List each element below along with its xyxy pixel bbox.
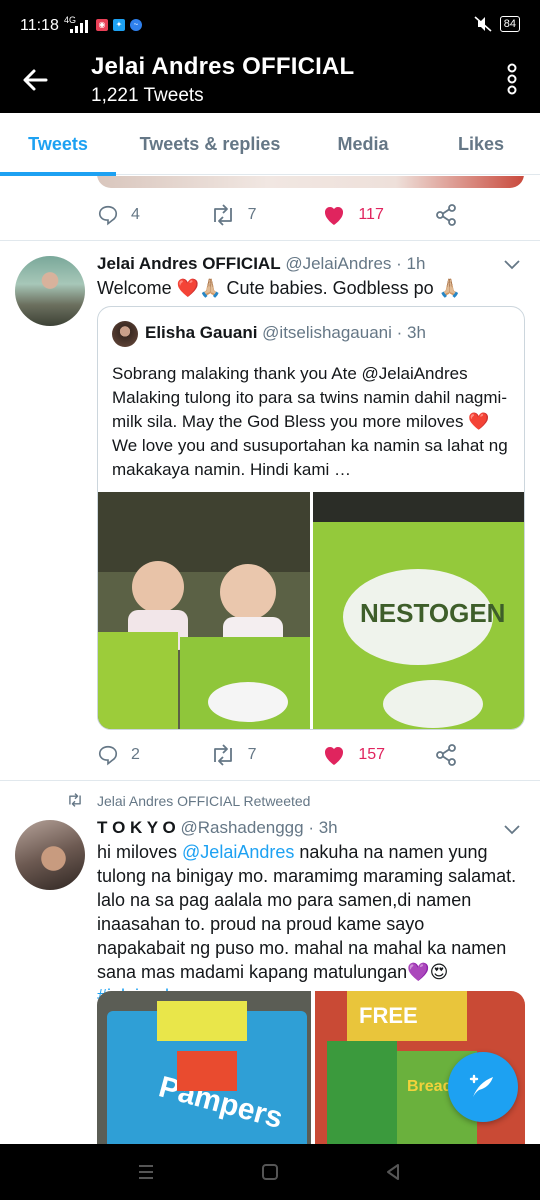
tweet-actions: 4 7 117 [97,200,457,230]
svg-text:FREE: FREE [359,1003,418,1028]
tweet-time: · 1h [396,254,426,273]
battery-icon: 84 [499,16,520,32]
menu-icon[interactable] [136,1162,156,1182]
like-button[interactable]: 117 [322,204,435,226]
profile-tabs: Tweets Tweets & replies Media Likes [0,113,540,176]
tweet-time: · 3h [308,818,338,837]
clock: 11:18 [20,17,59,34]
babies-photo[interactable]: NESTOGEN [98,492,525,730]
quote-time: · 3h [396,323,426,342]
retweeted-by-label[interactable]: Jelai Andres OFFICIAL Retweeted [97,793,310,809]
share-icon [436,744,456,766]
quoted-tweet[interactable]: Elisha Gauani @itselishagauani · 3h Sobr… [97,306,525,730]
mention-link[interactable]: @JelaiAndres [182,842,294,862]
divider [0,780,540,781]
share-button[interactable] [435,744,457,766]
status-right: 84 [474,16,520,32]
retweet-icon [213,744,232,766]
tweet-header: T O K Y O @Rashadenggg · 3h [97,818,338,838]
chevron-down-icon[interactable] [504,260,520,270]
profile-name: Jelai Andres OFFICIAL [91,53,355,80]
avatar[interactable] [15,820,85,890]
share-button[interactable] [435,204,457,226]
compose-icon [469,1074,493,1097]
reply-icon [98,205,118,226]
avatar[interactable] [15,256,85,326]
home-icon[interactable] [260,1162,280,1182]
more-options-icon[interactable] [504,62,520,96]
quote-images: NESTOGEN [98,492,525,730]
tweet-feed: 4 7 117 Jelai Andres OFFICIAL @JelaiAndr… [0,176,540,1144]
quote-header: Elisha Gauani @itselishagauani · 3h [145,323,426,343]
chevron-down-icon[interactable] [504,825,520,835]
tweet-image[interactable] [97,176,524,188]
quote-avatar [112,321,138,347]
tab-tweets-and-replies[interactable]: Tweets & replies [116,113,304,175]
signal-icon [70,20,88,33]
reply-button[interactable]: 4 [97,204,210,226]
compose-tweet-button[interactable] [448,1052,518,1122]
author-name[interactable]: Jelai Andres OFFICIAL [97,254,281,273]
divider [0,240,540,241]
notification-app-icon: ◉ [96,19,108,31]
back-icon[interactable] [383,1162,403,1182]
heart-icon [325,206,344,225]
mute-icon [474,16,492,32]
heart-icon [325,746,344,765]
tab-tweets[interactable]: Tweets [0,113,116,176]
tweet-count: 1,221 Tweets [91,85,204,106]
retweet-icon [213,204,232,226]
like-button[interactable]: 157 [322,744,435,766]
quote-author-handle: @itselishagauani [262,323,392,342]
reply-button[interactable]: 2 [97,744,210,766]
share-icon [436,204,456,226]
author-handle[interactable]: @Rashadenggg [180,818,303,837]
twitter-icon: ✦ [113,19,125,31]
retweet-button[interactable]: 7 [210,204,323,226]
back-arrow-icon[interactable] [16,60,56,100]
retweet-icon [69,793,81,807]
status-bar: 11:18 4G ◉ ✦ ~ 84 [0,0,540,50]
reply-icon [98,745,118,766]
svg-text:Bread: Bread [407,1078,452,1095]
tweet-header: Jelai Andres OFFICIAL @JelaiAndres · 1h [97,254,425,274]
retweet-button[interactable]: 7 [210,744,323,766]
profile-header: Jelai Andres OFFICIAL 1,221 Tweets [0,50,540,113]
tweet-text: Welcome ❤️🙏🏼 Cute babies. Godbless po 🙏🏼 [97,278,462,298]
tweet-text: hi miloves @JelaiAndres nakuha na namen … [97,840,517,1008]
tab-likes[interactable]: Likes [422,113,540,175]
messenger-icon: ~ [130,19,142,31]
system-navigation-bar [0,1144,540,1200]
svg-text:NESTOGEN: NESTOGEN [360,598,505,628]
quote-author-name: Elisha Gauani [145,323,258,342]
tweet-actions: 2 7 157 [97,740,457,770]
tab-media[interactable]: Media [304,113,422,175]
author-handle[interactable]: @JelaiAndres [285,254,391,273]
author-name[interactable]: T O K Y O [97,818,176,837]
quote-text: Sobrang malaking thank you Ate @JelaiAnd… [112,364,508,479]
